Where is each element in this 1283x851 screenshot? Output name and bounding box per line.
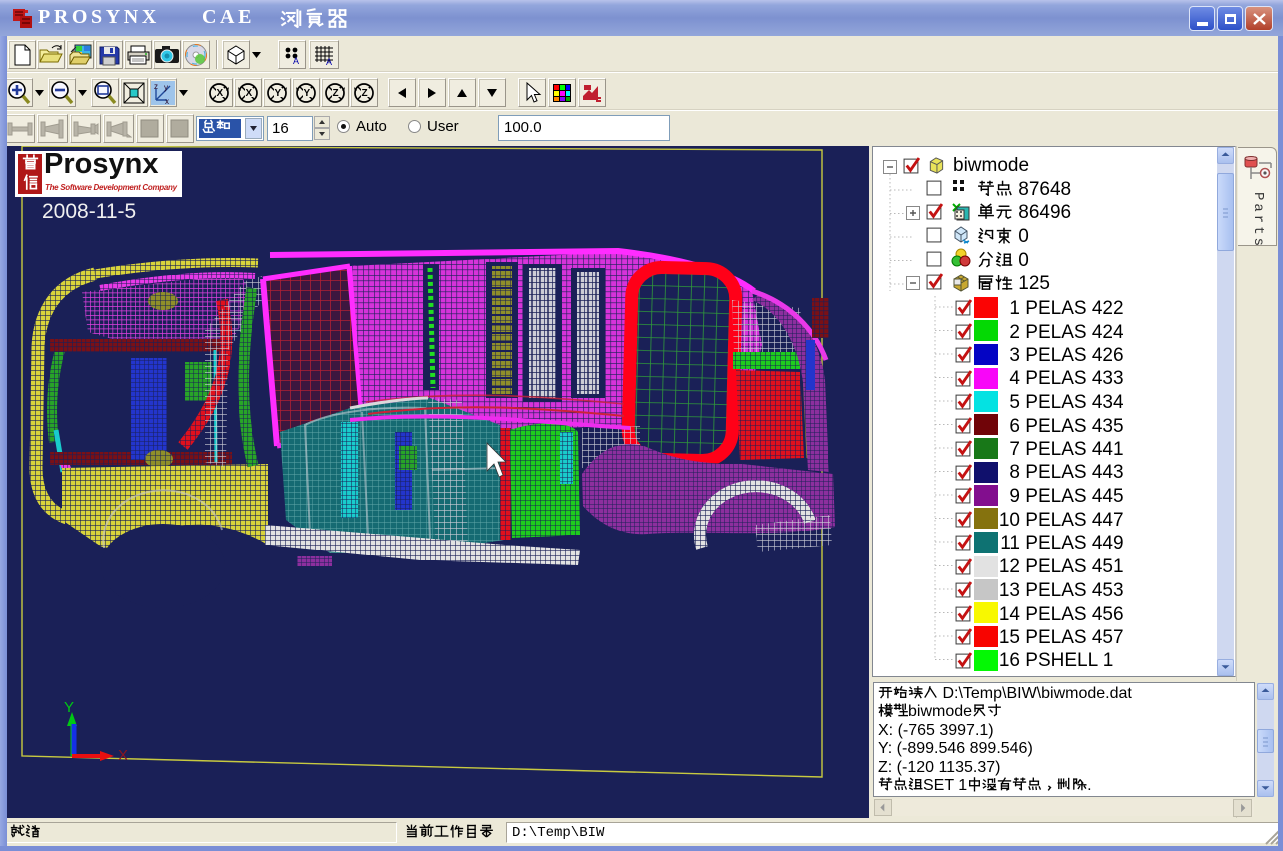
svg-text:Y: Y [64,699,74,716]
svg-text:z: z [154,82,158,91]
svg-text:X: X [217,88,224,99]
svg-text:A: A [326,57,332,66]
svg-text:X: X [118,747,128,764]
svg-text:X: X [246,88,253,99]
svg-text:Y: Y [304,88,311,99]
svg-text:Y: Y [275,88,282,99]
svg-text:x: x [165,97,169,105]
svg-text:y: y [164,83,168,92]
svg-text:A: A [293,56,299,65]
svg-text:Z: Z [333,88,339,99]
svg-text:Z: Z [362,88,368,99]
